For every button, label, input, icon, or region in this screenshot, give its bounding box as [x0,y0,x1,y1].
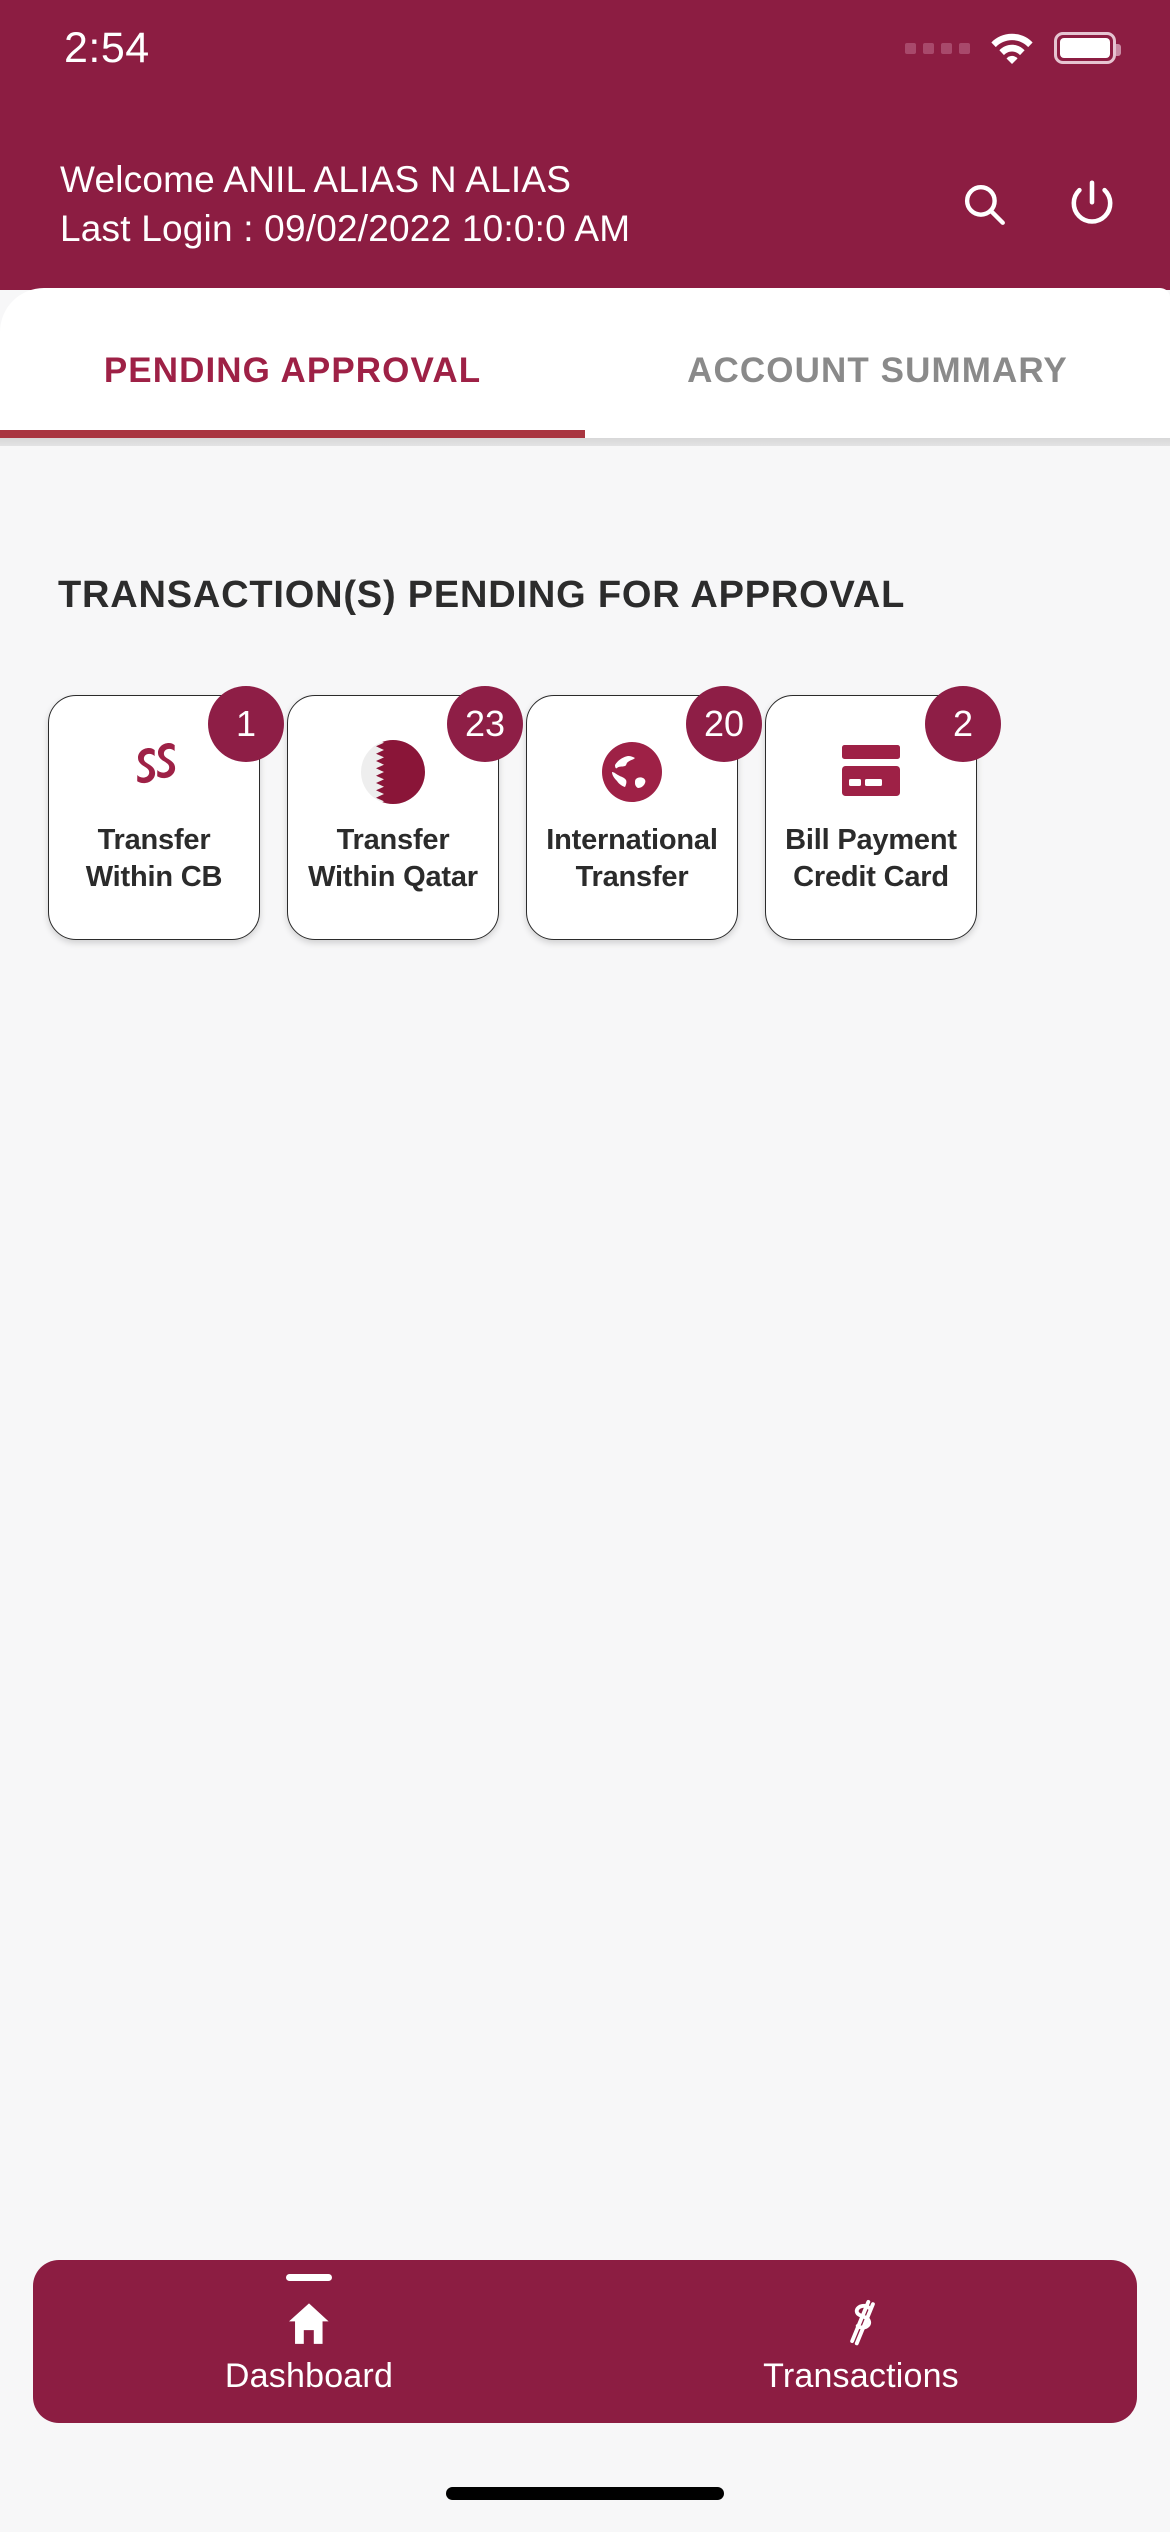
home-indicator [446,2487,724,2500]
app-header: 2:54 Welcome ANIL ALIAS N ALIAS Last Log… [0,0,1170,290]
search-icon [959,179,1009,232]
tab-pending-approval[interactable]: PENDING APPROVAL [0,288,585,438]
qatar-flag-icon [359,738,427,806]
nav-item-dashboard-label: Dashboard [224,2357,394,2395]
nav-item-dashboard[interactable]: Dashboard [33,2260,585,2423]
welcome-text-block: Welcome ANIL ALIAS N ALIAS Last Login : … [60,156,956,254]
main-content: TRANSACTION(S) PENDING FOR APPROVAL Tran… [0,446,1170,2286]
logout-button[interactable] [1064,177,1120,233]
tab-sheet: PENDING APPROVAL ACCOUNT SUMMARY [0,288,1170,438]
nav-item-transactions[interactable]: Transactions [585,2260,1137,2423]
credit-card-icon [837,738,905,806]
status-bar-time: 2:54 [64,23,150,72]
tile-badge-count[interactable]: 2 [925,686,1001,762]
money-exchange-icon [833,2295,889,2351]
last-login-text: Last Login : 09/02/2022 10:0:0 AM [60,208,631,250]
tile-label: Transfer Within CB [85,824,223,894]
page-title: TRANSACTION(S) PENDING FOR APPROVAL [58,574,906,616]
double-swirl-logo-icon [120,738,188,806]
tab-bar: PENDING APPROVAL ACCOUNT SUMMARY [0,288,1170,438]
tab-active-underline [0,430,585,438]
bottom-navigation-bar: Dashboard Transactions [33,2260,1137,2423]
search-button[interactable] [956,177,1012,233]
tab-pending-approval-label: PENDING APPROVAL [103,351,482,390]
status-bar: 2:54 [0,0,1170,96]
tile-label: International Transfer [546,824,718,894]
signal-dots-icon [905,42,970,54]
tab-account-summary[interactable]: ACCOUNT SUMMARY [585,288,1170,438]
pending-tiles-row: Transfer Within CB 1 Transfer Within Qat… [48,686,1138,940]
tile-label: Bill Payment Credit Card [785,824,957,894]
tile-badge-count[interactable]: 20 [686,686,762,762]
nav-active-indicator [286,2274,332,2281]
tile-wrap-transfer-within-qatar: Transfer Within Qatar 23 [287,686,523,940]
home-icon [281,2295,337,2351]
tile-badge-count[interactable]: 1 [208,686,284,762]
app-screen: 2:54 Welcome ANIL ALIAS N ALIAS Last Log… [0,0,1170,2532]
header-actions [956,177,1120,233]
tab-account-summary-label: ACCOUNT SUMMARY [687,351,1068,390]
tile-wrap-international-transfer: International Transfer 20 [526,686,762,940]
status-bar-icons [905,32,1121,64]
tile-wrap-transfer-within-cb: Transfer Within CB 1 [48,686,284,940]
globe-icon [598,738,666,806]
wifi-icon [990,32,1034,64]
tile-wrap-bill-payment-credit-card: Bill Payment Credit Card 2 [765,686,1001,940]
welcome-greeting: Welcome ANIL ALIAS N ALIAS [60,158,572,200]
tile-badge-count[interactable]: 23 [447,686,523,762]
welcome-row: Welcome ANIL ALIAS N ALIAS Last Login : … [0,150,1170,260]
tile-label: Transfer Within Qatar [308,824,478,894]
nav-item-transactions-label: Transactions [763,2357,959,2395]
power-icon [1066,178,1118,233]
battery-full-icon [1054,32,1121,64]
